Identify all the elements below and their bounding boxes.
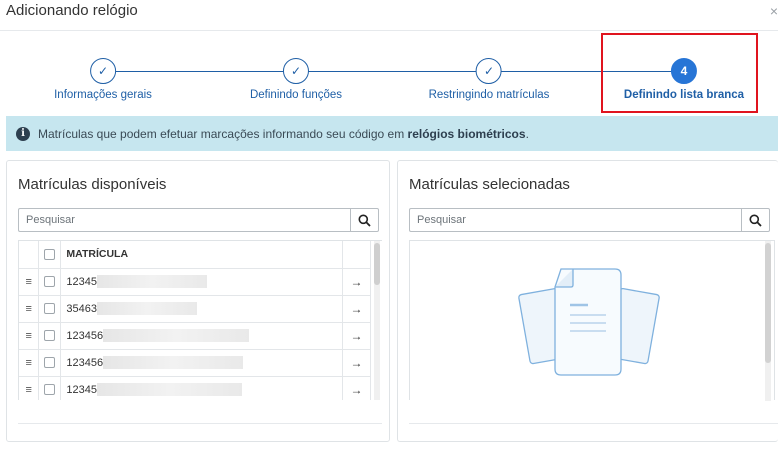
step-label: Restringindo matrículas xyxy=(428,89,550,101)
move-right-icon[interactable]: → xyxy=(342,295,371,323)
selected-list-empty xyxy=(409,240,775,401)
header-action-cell xyxy=(342,241,371,269)
redacted-value xyxy=(97,302,198,315)
table-row: ≡ 35463 → xyxy=(19,295,371,323)
table-row: ≡ 12345 → xyxy=(19,268,371,296)
matricula-cell: 123456 xyxy=(60,349,344,377)
stepper-line xyxy=(103,71,684,72)
table-row: ≡ 123456 → xyxy=(19,349,371,377)
matricula-value: 12345 xyxy=(66,383,98,396)
redacted-value xyxy=(103,329,250,342)
scrollbar-thumb[interactable] xyxy=(765,243,771,363)
matricula-cell: 12345 xyxy=(60,376,344,400)
matricula-value: 35463 xyxy=(66,302,98,315)
drag-handle-icon[interactable]: ≡ xyxy=(19,268,40,296)
search-icon xyxy=(749,214,762,227)
move-right-icon[interactable]: → xyxy=(342,322,371,350)
step-label: Definindo funções xyxy=(249,89,343,101)
info-banner: i Matrículas que podem efetuar marcações… xyxy=(6,116,778,151)
row-checkbox-cell xyxy=(38,376,62,400)
table-scrollbar[interactable] xyxy=(374,241,380,400)
table-row: ≡ 123456 → xyxy=(19,322,371,350)
stepper: ✓ Informações gerais ✓ Definindo funções… xyxy=(0,58,778,108)
matricula-cell: 35463 xyxy=(60,295,344,323)
search-input[interactable] xyxy=(18,208,350,232)
row-checkbox-cell xyxy=(38,349,62,377)
step-1[interactable]: ✓ Informações gerais xyxy=(54,58,152,101)
redacted-value xyxy=(97,383,243,396)
table-row: ≡ 12345 → xyxy=(19,376,371,400)
step-label: Definindo lista branca xyxy=(623,89,745,101)
step-2[interactable]: ✓ Definindo funções xyxy=(250,58,342,101)
scrollbar-thumb[interactable] xyxy=(374,243,380,285)
list-scrollbar[interactable] xyxy=(765,241,771,401)
search-button[interactable] xyxy=(350,208,379,232)
move-right-icon[interactable]: → xyxy=(342,268,371,296)
available-table: MATRÍCULA ≡ 12345 → ≡ 35463 → ≡ 123456 →… xyxy=(18,240,382,400)
row-checkbox[interactable] xyxy=(44,303,56,315)
search-input[interactable] xyxy=(409,208,741,232)
close-icon[interactable]: × xyxy=(770,3,778,19)
empty-documents-icon xyxy=(518,268,660,376)
info-icon: i xyxy=(16,126,30,141)
matricula-value: 12345 xyxy=(66,275,98,288)
info-text: Matrículas que podem efetuar marcações i… xyxy=(38,127,529,141)
header-drag-cell xyxy=(19,241,40,269)
drag-handle-icon[interactable]: ≡ xyxy=(19,349,40,377)
select-all-checkbox[interactable] xyxy=(44,248,56,260)
header-checkbox-cell xyxy=(38,241,62,269)
drag-handle-icon[interactable]: ≡ xyxy=(19,376,40,400)
matricula-cell: 123456 xyxy=(60,322,344,350)
panel-footer-divider xyxy=(409,423,778,424)
redacted-value xyxy=(103,356,244,369)
row-checkbox-cell xyxy=(38,322,62,350)
step-3[interactable]: ✓ Restringindo matrículas xyxy=(428,58,550,101)
check-icon: ✓ xyxy=(283,58,309,84)
row-checkbox[interactable] xyxy=(44,330,56,342)
header-matricula: MATRÍCULA xyxy=(60,241,344,269)
drag-handle-icon[interactable]: ≡ xyxy=(19,322,40,350)
step-number: 4 xyxy=(670,58,697,84)
info-text-bold: relógios biométricos xyxy=(407,126,526,141)
search-box xyxy=(18,208,379,232)
matricula-value: 123456 xyxy=(66,356,104,369)
panel-footer-divider xyxy=(18,423,382,424)
step-label: Informações gerais xyxy=(54,89,152,101)
panel-title: Matrículas selecionadas xyxy=(409,176,570,193)
row-checkbox[interactable] xyxy=(44,357,56,369)
move-right-icon[interactable]: → xyxy=(342,349,371,377)
table-header: MATRÍCULA xyxy=(19,241,371,269)
panel-title: Matrículas disponíveis xyxy=(18,176,167,193)
modal-title: Adicionando relógio xyxy=(6,2,138,19)
search-icon xyxy=(358,214,371,227)
step-4[interactable]: 4 Definindo lista branca xyxy=(624,58,744,101)
row-checkbox[interactable] xyxy=(44,276,56,288)
info-text-start: Matrículas que podem efetuar marcações i… xyxy=(38,126,408,141)
row-checkbox-cell xyxy=(38,295,62,323)
drag-handle-icon[interactable]: ≡ xyxy=(19,295,40,323)
search-box xyxy=(409,208,770,232)
row-checkbox[interactable] xyxy=(44,384,56,396)
row-checkbox-cell xyxy=(38,268,62,296)
check-icon: ✓ xyxy=(476,58,502,84)
matricula-value: 123456 xyxy=(66,329,104,342)
move-right-icon[interactable]: → xyxy=(342,376,371,400)
search-button[interactable] xyxy=(741,208,770,232)
check-icon: ✓ xyxy=(89,58,116,84)
redacted-value xyxy=(97,275,208,288)
selected-panel: Matrículas selecionadas xyxy=(397,160,778,442)
title-divider xyxy=(0,30,778,31)
info-text-end: . xyxy=(525,126,529,141)
matricula-cell: 12345 xyxy=(60,268,344,296)
available-panel: Matrículas disponíveis MATRÍCULA ≡ 12345 xyxy=(6,160,390,442)
